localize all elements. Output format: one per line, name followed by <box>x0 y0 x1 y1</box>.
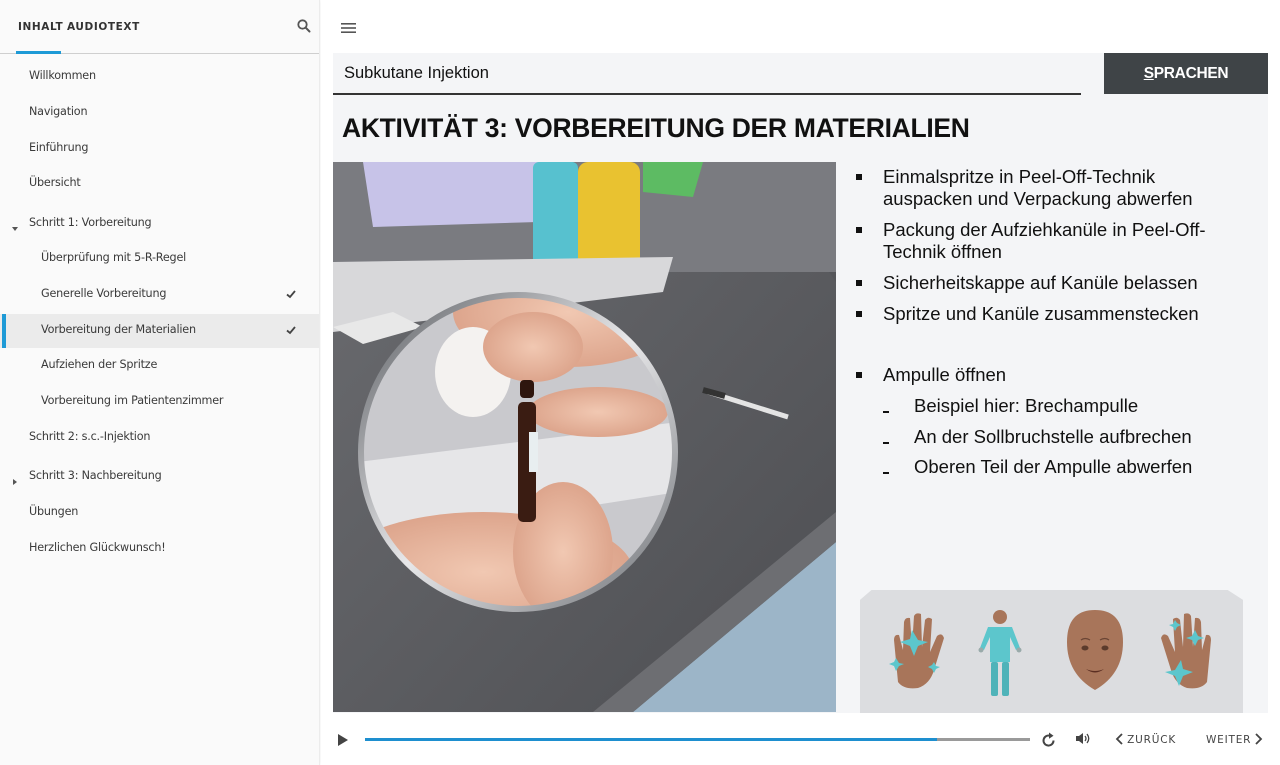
caret-right-icon[interactable] <box>11 473 19 485</box>
sidebar-item-label: Übungen <box>29 505 79 518</box>
title-divider <box>333 93 1081 95</box>
sidebar-item[interactable]: Einführung <box>0 132 319 166</box>
back-button-label: ZURÜCK <box>1127 734 1177 746</box>
bullet-text: Technik öffnen <box>883 241 1002 262</box>
dash-marker <box>883 411 889 413</box>
caret-down-icon[interactable] <box>11 220 19 231</box>
staff-clothing-icon <box>978 610 1022 696</box>
accesskey-letter: S <box>1143 65 1154 82</box>
hamburger-menu-icon[interactable] <box>341 21 356 33</box>
progress-bar[interactable] <box>365 738 1030 741</box>
chevron-left-icon <box>1115 733 1123 745</box>
ampoule-photo <box>333 162 836 712</box>
search-icon[interactable] <box>296 18 312 34</box>
sidebar-item[interactable]: Vorbereitung im Patientenzimmer <box>0 385 319 419</box>
active-tab-indicator <box>16 51 61 54</box>
clean-hand-icon <box>889 613 944 689</box>
tab-inhalt[interactable]: INHALT <box>18 21 63 33</box>
sidebar-item[interactable]: Schritt 2: s.c.-Injektion <box>0 421 319 455</box>
bullet-text: An der Sollbruchstelle aufbrechen <box>914 426 1192 447</box>
checkmark-icon <box>285 287 297 299</box>
sidebar-item-label: Generelle Vorbereitung <box>41 287 167 300</box>
replay-icon[interactable] <box>1041 731 1057 748</box>
sidebar-item-label: Übersicht <box>29 176 81 189</box>
sidebar-header: INHALT AUDIOTEXT <box>0 0 319 54</box>
bullet-text: Beispiel hier: Brechampulle <box>914 395 1139 416</box>
sidebar-item[interactable]: Übungen <box>0 496 319 530</box>
tab-audiotext[interactable]: AUDIOTEXT <box>67 21 140 33</box>
volume-icon[interactable] <box>1075 731 1092 746</box>
next-button-label: WEITER <box>1206 734 1252 746</box>
sidebar-item-label: Willkommen <box>29 69 96 82</box>
bullet-text: Oberen Teil der Ampulle abwerfen <box>914 456 1193 477</box>
next-button[interactable]: WEITER <box>1206 733 1263 746</box>
sidebar-item[interactable]: Aufziehen der Spritze <box>0 349 319 383</box>
bullet-text: Ampulle öffnen <box>883 364 1007 385</box>
sidebar-item[interactable]: Willkommen <box>0 60 319 94</box>
sidebar: INHALT AUDIOTEXT Willkommen Navigation Ein… <box>0 0 320 765</box>
audio-player: ZURÜCK WEITER <box>321 713 1280 765</box>
square-bullet-marker <box>856 311 862 317</box>
sidebar-item-label: Überprüfung mit 5-R-Regel <box>41 251 187 264</box>
clean-hand-icon <box>1161 613 1211 689</box>
sidebar-item[interactable]: Vorbereitung der Materialien <box>0 314 319 348</box>
sidebar-item[interactable]: Generelle Vorbereitung <box>0 278 319 312</box>
course-title: Subkutane Injektion <box>344 64 489 82</box>
sidebar-item-label: Navigation <box>29 105 88 118</box>
app: INHALT AUDIOTEXT Willkommen Navigation Ein… <box>0 0 1280 765</box>
back-button[interactable]: ZURÜCK <box>1115 733 1176 746</box>
sidebar-item-label: Vorbereitung der Materialien <box>41 323 196 336</box>
sidebar-item-label: Schritt 1: Vorbereitung <box>29 216 152 229</box>
play-icon[interactable] <box>337 733 349 747</box>
languages-button-label: PRACHEN <box>1153 65 1229 82</box>
sidebar-item-label: Herzlichen Glückwunsch! <box>29 541 166 554</box>
patient-face-icon <box>1067 610 1123 690</box>
sidebar-item[interactable]: Überprüfung mit 5-R-Regel <box>0 242 319 276</box>
square-bullet-marker <box>856 280 862 286</box>
main-content: Subkutane Injektion SPRACHEN AKTIVITÄT 3… <box>321 0 1280 765</box>
sidebar-item[interactable]: Navigation <box>0 96 319 130</box>
square-bullet-marker <box>856 227 862 233</box>
sidebar-item-label: Einführung <box>29 141 89 154</box>
slide: Subkutane Injektion SPRACHEN AKTIVITÄT 3… <box>333 53 1268 713</box>
hygiene-icon-panel <box>860 590 1243 713</box>
sidebar-item[interactable]: Schritt 3: Nachbereitung <box>0 460 319 494</box>
sidebar-item-label: Vorbereitung im Patientenzimmer <box>41 394 224 407</box>
bullet-text: Einmalspritze in Peel-Off-Technik <box>883 166 1156 187</box>
bullet-text: Spritze und Kanüle zusammenstecken <box>883 303 1199 324</box>
square-bullet-marker <box>856 372 862 378</box>
bullet-text: auspacken und Verpackung abwerfen <box>883 188 1193 209</box>
bullet-text: Sicherheitskappe auf Kanüle belassen <box>883 272 1198 293</box>
sidebar-item-label: Schritt 2: s.c.-Injektion <box>29 430 151 443</box>
sidebar-item-label: Aufziehen der Spritze <box>41 358 158 371</box>
sidebar-item[interactable]: Übersicht <box>0 167 319 201</box>
sidebar-item[interactable]: Schritt 1: Vorbereitung <box>0 207 319 241</box>
chevron-right-icon <box>1255 733 1263 745</box>
dash-marker <box>883 442 889 444</box>
dash-marker <box>883 472 889 474</box>
sidebar-item[interactable]: Herzlichen Glückwunsch! <box>0 532 319 566</box>
sidebar-item-label: Schritt 3: Nachbereitung <box>29 469 162 482</box>
square-bullet-marker <box>856 174 862 180</box>
activity-heading: AKTIVITÄT 3: VORBEREITUNG DER MATERIALIE… <box>342 113 970 143</box>
languages-button[interactable]: SPRACHEN <box>1104 53 1268 94</box>
checkmark-icon <box>285 323 297 335</box>
bullet-text: Packung der Aufziehkanüle in Peel-Off- <box>883 219 1206 240</box>
progress-fill <box>365 738 937 741</box>
